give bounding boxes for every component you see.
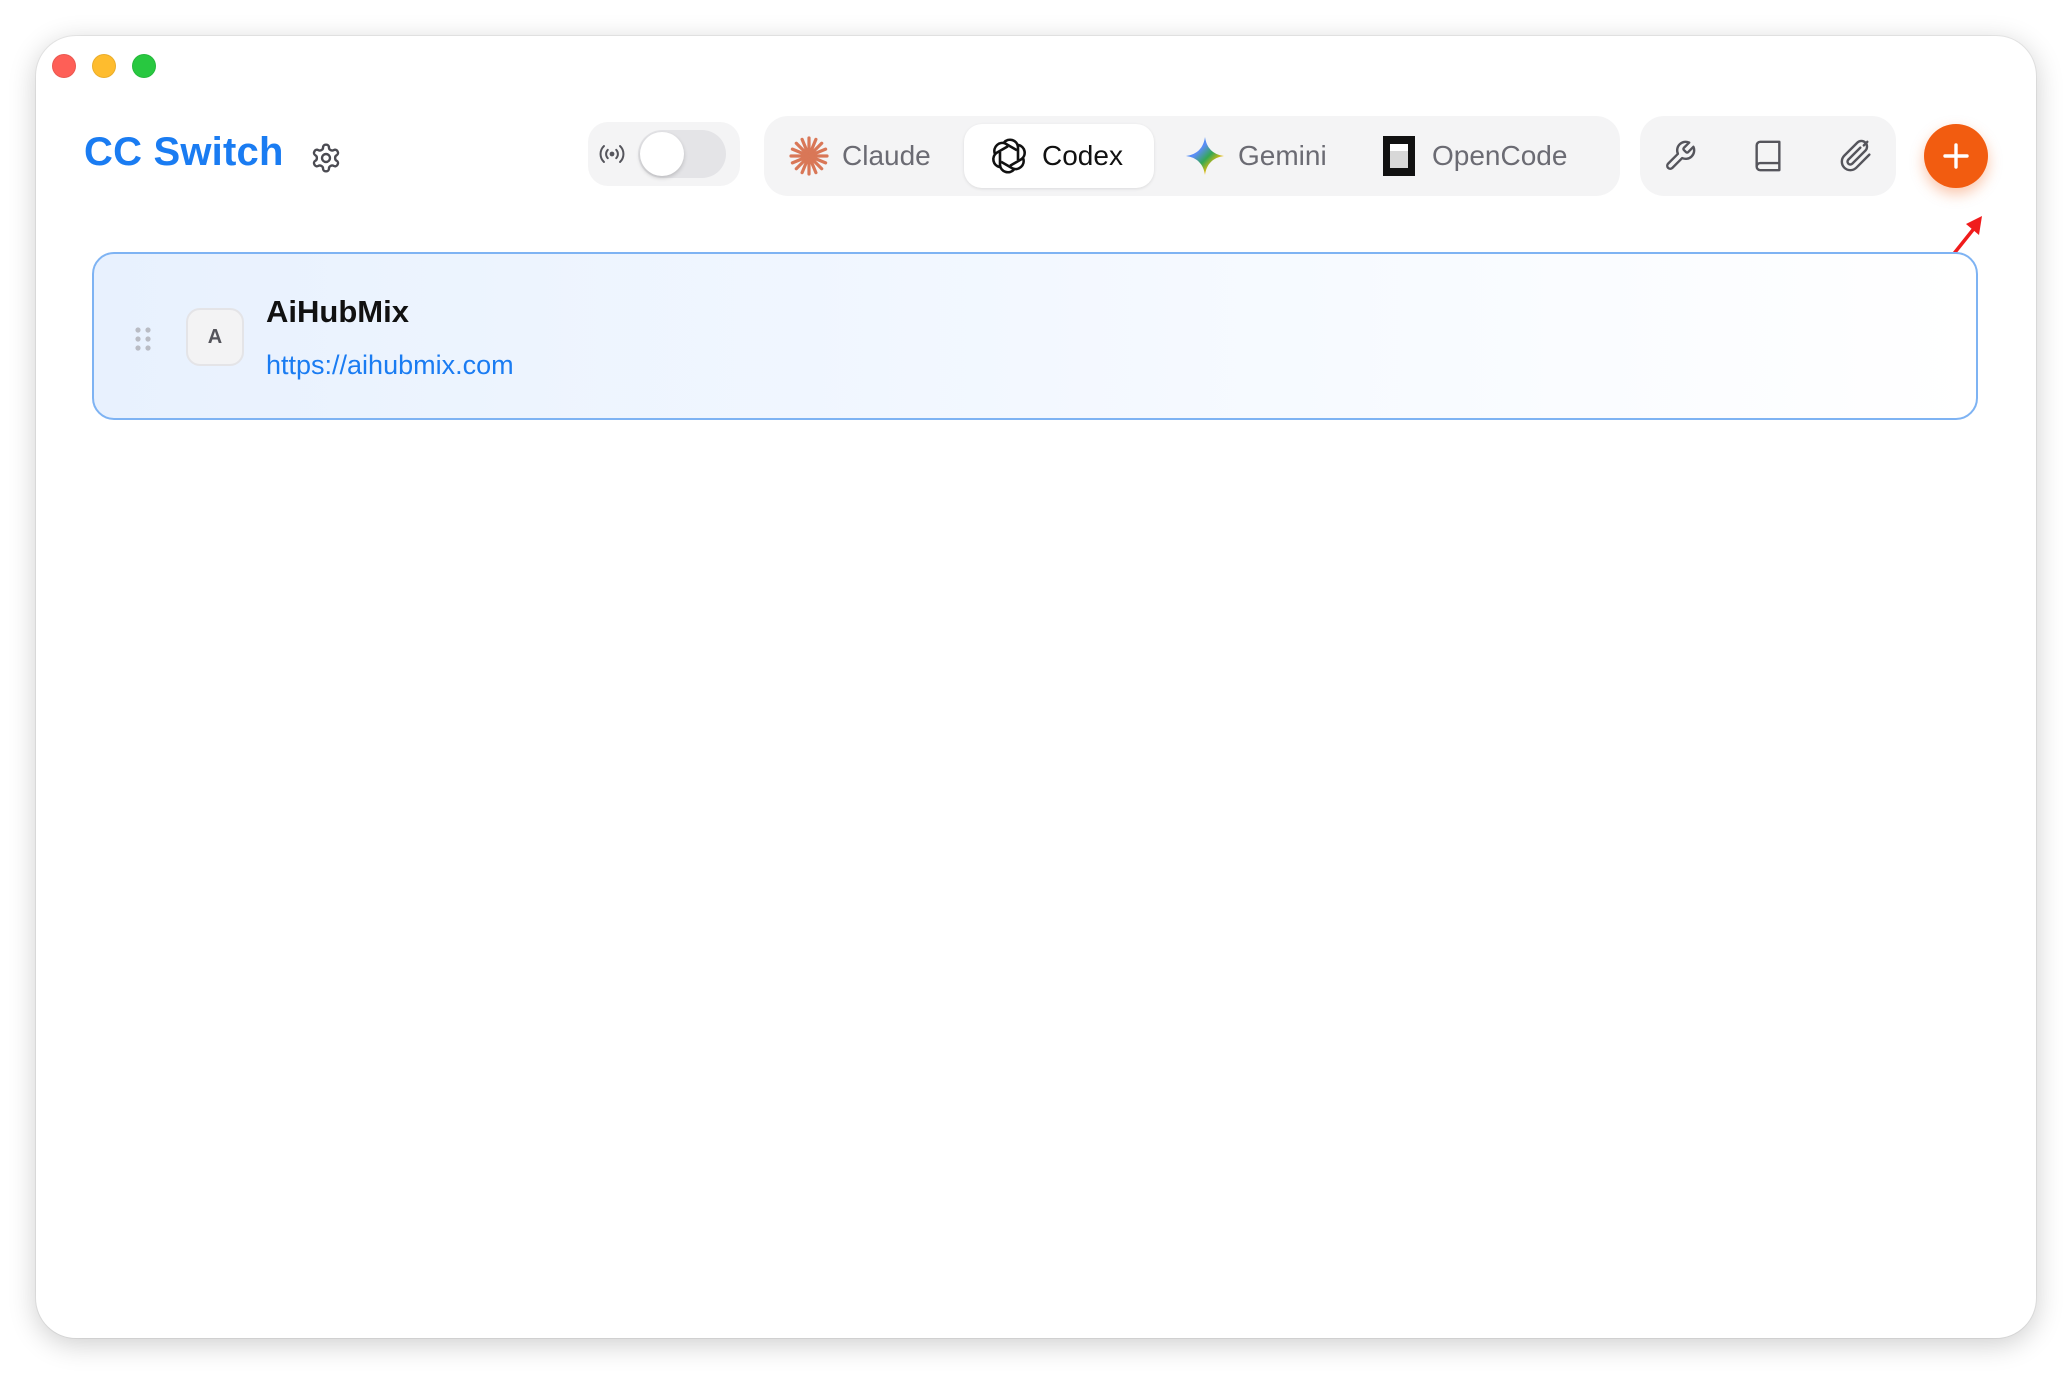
close-window-button[interactable]	[52, 54, 76, 78]
plus-icon	[1943, 143, 1969, 169]
tab-gemini[interactable]: Gemini	[1184, 124, 1327, 188]
opencode-icon	[1378, 135, 1420, 177]
proxy-toggle[interactable]	[638, 130, 726, 178]
broadcast-icon	[596, 140, 628, 168]
provider-name: AiHubMix	[266, 294, 409, 329]
app-tabs: Claude Codex Gemini OpenCode	[764, 116, 1620, 196]
tools-toolbar	[1640, 116, 1896, 196]
gemini-icon	[1184, 135, 1226, 177]
tab-label: Claude	[842, 140, 931, 171]
mcp-button[interactable]	[1834, 134, 1878, 178]
skills-button[interactable]	[1658, 134, 1702, 178]
tab-label: Codex	[1042, 140, 1123, 171]
paperclip-icon	[1840, 139, 1871, 172]
provider-card[interactable]: A AiHubMix https://aihubmix.com	[92, 252, 1978, 420]
tab-label: OpenCode	[1432, 140, 1568, 171]
gear-icon	[312, 143, 340, 173]
prompts-button[interactable]	[1746, 134, 1790, 178]
proxy-control	[588, 122, 740, 186]
app-title: CC Switch	[84, 130, 284, 174]
claude-icon	[788, 135, 830, 177]
minimize-window-button[interactable]	[92, 54, 116, 78]
app-window: CC Switch Claude Codex Gemini OpenCode A…	[36, 36, 2036, 1338]
settings-button[interactable]	[306, 138, 346, 178]
add-provider-button[interactable]	[1924, 124, 1988, 188]
toggle-knob	[640, 132, 684, 176]
zoom-window-button[interactable]	[132, 54, 156, 78]
tab-claude[interactable]: Claude	[788, 124, 931, 188]
tab-opencode[interactable]: OpenCode	[1378, 124, 1567, 188]
drag-handle-icon[interactable]	[134, 326, 152, 352]
provider-url-link[interactable]: https://aihubmix.com	[266, 350, 514, 381]
openai-icon	[988, 135, 1030, 177]
wrench-icon	[1666, 140, 1696, 170]
tab-codex[interactable]: Codex	[964, 124, 1154, 188]
tab-label: Gemini	[1238, 140, 1327, 171]
book-icon	[1755, 140, 1781, 172]
provider-avatar: A	[186, 308, 244, 366]
